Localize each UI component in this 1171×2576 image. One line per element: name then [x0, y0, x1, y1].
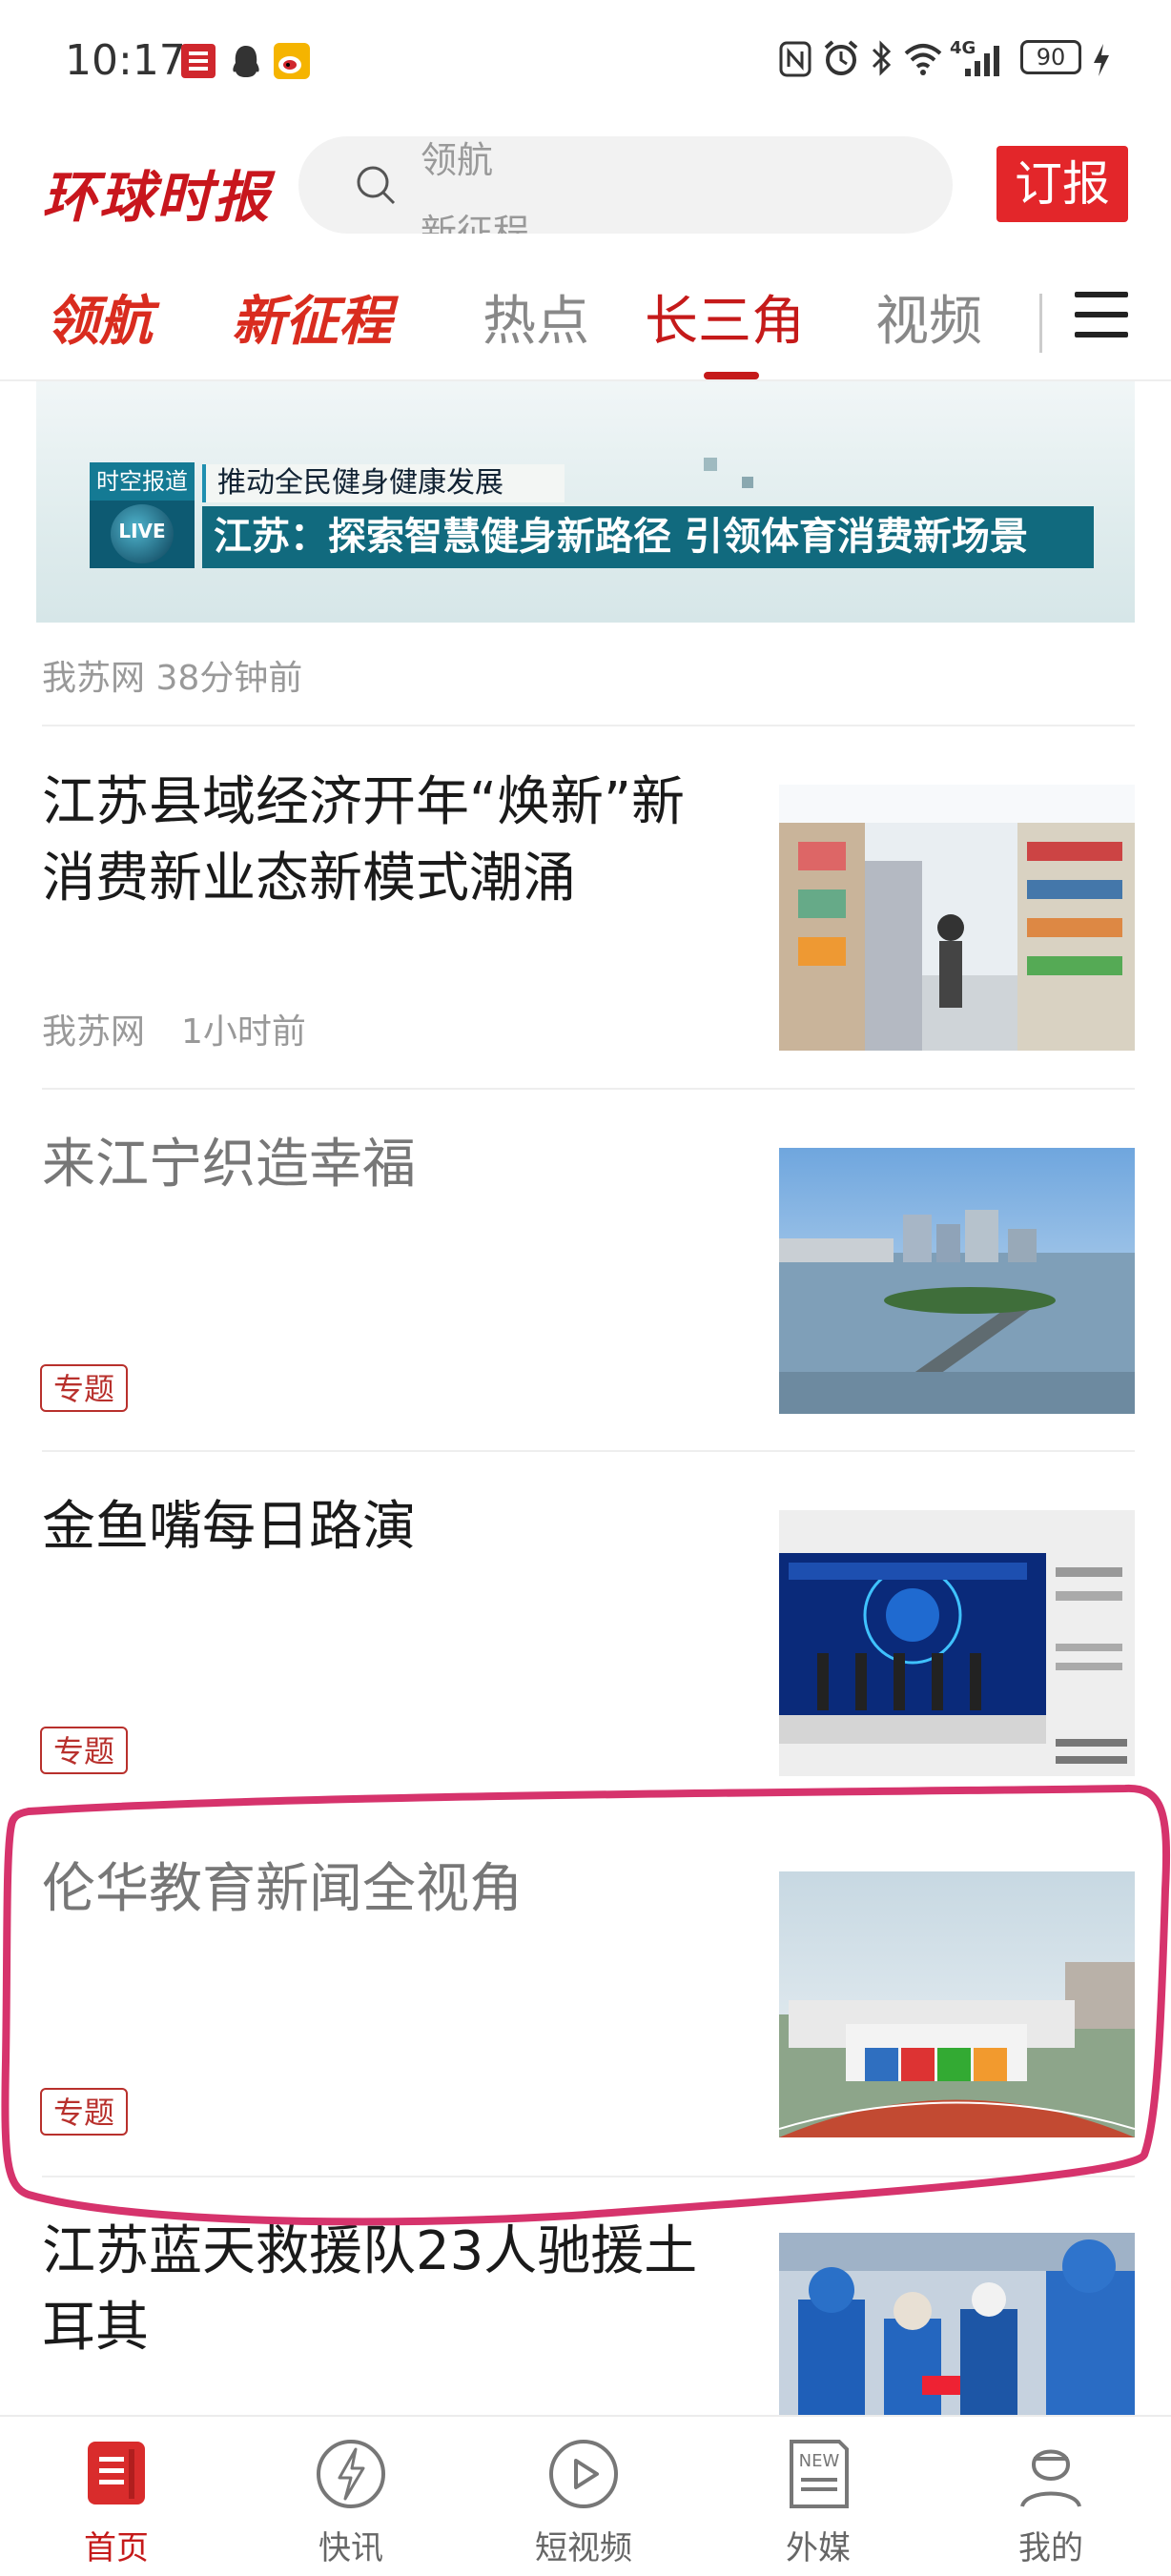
status-bar: 10:17 4G 90 [0, 0, 1171, 124]
article-title[interactable]: 江苏县域经济开年“焕新”新消费新业态新模式潮涌 [42, 765, 729, 917]
article-thumbnail[interactable] [779, 785, 1135, 1051]
search-hint: 领航 [421, 139, 494, 181]
live-badge-title: 时空报道 [90, 462, 195, 501]
article-time: 1小时前 [181, 1012, 306, 1052]
wifi-icon [904, 44, 942, 75]
nav-profile[interactable]: 我的 [965, 2417, 1137, 2576]
nav-foreign-media[interactable]: NEW 外媒 [732, 2417, 904, 2576]
bluetooth-icon [872, 40, 892, 76]
menu-icon[interactable] [1075, 288, 1128, 341]
newspaper-icon: NEW [790, 2440, 849, 2508]
tab-yangtze-delta[interactable]: 长三角 [645, 278, 805, 356]
tab-linghang[interactable]: 领航 [46, 278, 153, 356]
nav-short-video[interactable]: 短视频 [498, 2417, 669, 2576]
article-thumbnail[interactable] [779, 1148, 1135, 1414]
qq-icon [233, 46, 259, 77]
divider [42, 1088, 1135, 1090]
bottom-navigation: 首页 快讯 短视频 NEW 外媒 我的 [0, 2415, 1171, 2576]
topic-badge: 专题 [40, 1727, 128, 1774]
svg-text:NEW: NEW [799, 2451, 840, 2471]
app-logo: 环球时报 [42, 165, 272, 230]
nav-label: 短视频 [535, 2529, 632, 2567]
nav-flash[interactable]: 快讯 [265, 2417, 437, 2576]
nav-home[interactable]: 首页 [31, 2417, 202, 2576]
active-tab-indicator [704, 372, 759, 379]
nav-label: 我的 [1018, 2529, 1083, 2567]
article-thumbnail[interactable] [779, 1510, 1135, 1776]
battery-indicator: 90 [1020, 40, 1081, 74]
category-tabs: 领航 新征程 热点 长三角 视频 [0, 257, 1171, 381]
profile-icon [1020, 2449, 1081, 2507]
tab-divider [1039, 294, 1042, 353]
topic-badge: 专题 [40, 1364, 128, 1412]
search-bar[interactable]: 领航 新征程 [298, 136, 953, 234]
search-hint: 新征程 [421, 212, 530, 234]
play-icon [549, 2440, 618, 2508]
divider [42, 1450, 1135, 1452]
live-badge: 时空报道 LIVE [90, 462, 195, 568]
highlight-annotation [1, 1784, 1171, 2226]
battery-level: 90 [1036, 44, 1066, 71]
nfc-icon [779, 41, 811, 77]
home-icon [88, 2442, 145, 2504]
alarm-icon [824, 40, 858, 75]
nav-label: 快讯 [318, 2529, 383, 2567]
charging-icon [1094, 44, 1109, 76]
article-title[interactable]: 来江宁织造幸福 [42, 1127, 729, 1203]
search-icon [357, 166, 396, 205]
article-source: 我苏网 [42, 1012, 146, 1052]
banner-meta: 我苏网 38分钟前 [42, 659, 303, 698]
banner-image[interactable]: 时空报道 LIVE 推动全民健身健康发展 江苏：探索智慧健身新路径 引领体育消费… [36, 381, 1135, 623]
divider [42, 725, 1135, 726]
tab-xinzhengcheng[interactable]: 新征程 [232, 278, 392, 356]
nav-label: 外媒 [786, 2529, 851, 2567]
tab-video[interactable]: 视频 [875, 278, 982, 356]
flash-icon [317, 2440, 385, 2508]
nav-label: 首页 [84, 2529, 149, 2567]
banner-caption: 时空报道 LIVE 推动全民健身健康发展 江苏：探索智慧健身新路径 引领体育消费… [90, 462, 1094, 568]
live-label: LIVE [118, 520, 166, 542]
subscribe-button[interactable]: 订报 [996, 146, 1128, 222]
article-title[interactable]: 江苏蓝天救援队23人驰援土耳其 [42, 2214, 729, 2366]
signal-icon [965, 46, 999, 76]
weibo-icon [274, 43, 310, 79]
banner-subtitle: 推动全民健身健康发展 [202, 464, 565, 502]
article-title[interactable]: 金鱼嘴每日路演 [42, 1489, 729, 1565]
tab-hot[interactable]: 热点 [483, 278, 589, 356]
banner-headline: 江苏：探索智慧健身新路径 引领体育消费新场景 [202, 506, 1094, 568]
status-time: 10:17 [65, 36, 186, 85]
app-notification-icon [181, 44, 216, 78]
article-thumbnail[interactable] [779, 2233, 1135, 2415]
